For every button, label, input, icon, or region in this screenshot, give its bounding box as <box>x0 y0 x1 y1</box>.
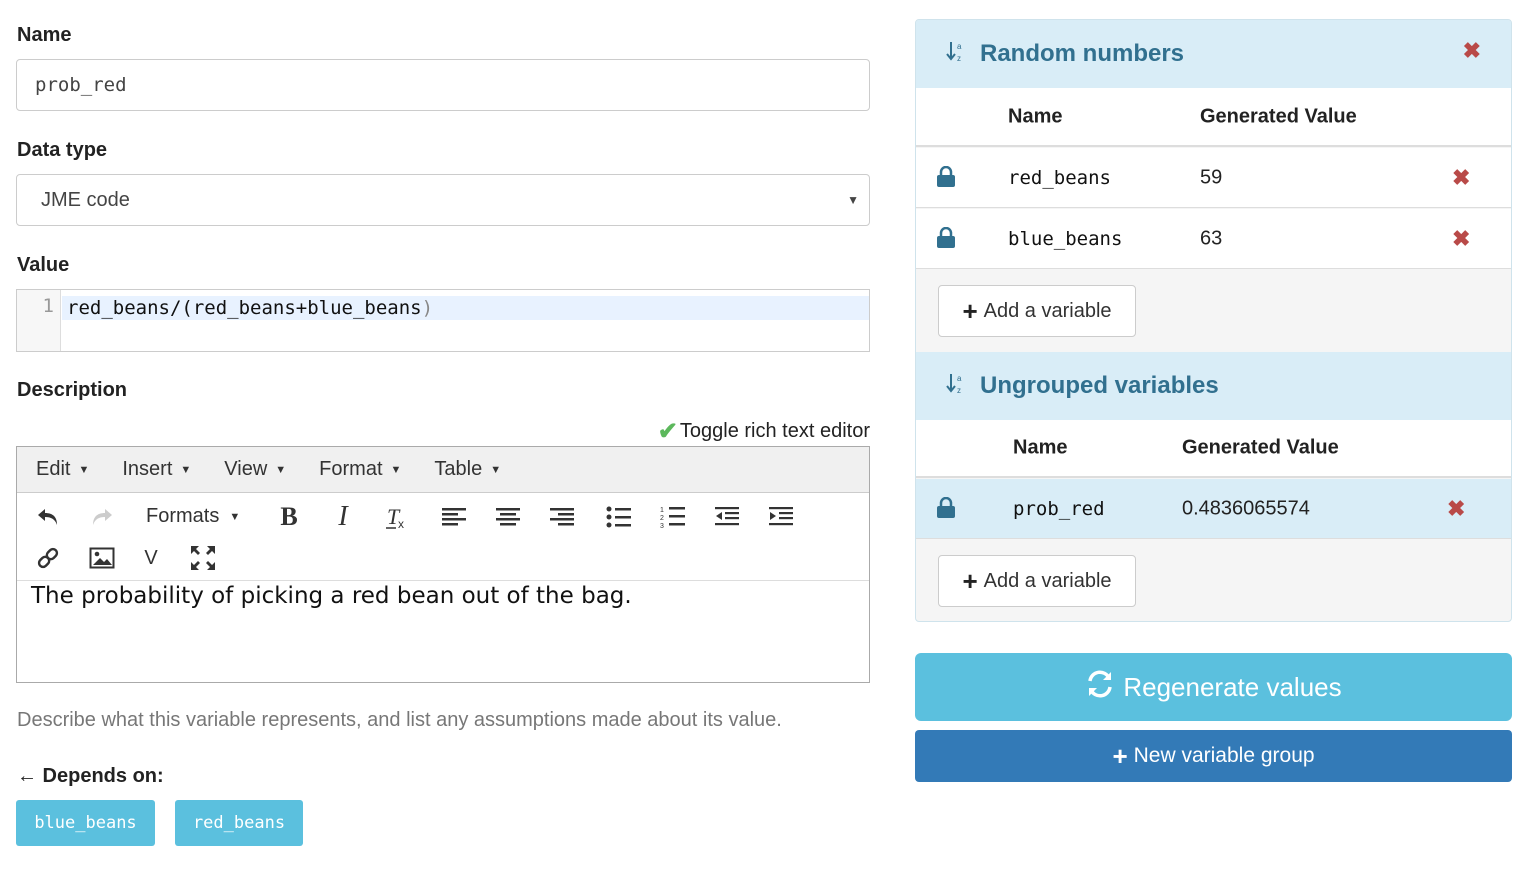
menu-insert[interactable]: Insert ▼ <box>122 458 191 481</box>
delete-variable-icon[interactable]: ✖ <box>1447 496 1465 522</box>
toggle-rich-text-editor[interactable]: ✔ Toggle rich text editor <box>658 417 870 446</box>
menu-view[interactable]: View ▼ <box>224 458 286 481</box>
datatype-select[interactable]: JME code ▼ <box>16 174 870 226</box>
svg-text:a: a <box>957 42 962 51</box>
bullet-list-icon[interactable] <box>603 501 635 533</box>
variable-name: red_beans <box>1008 166 1111 189</box>
table-row[interactable]: blue_beans 63 ✖ <box>916 209 1511 269</box>
col-value-header: Generated Value <box>1200 105 1357 127</box>
table-row-selected[interactable]: prob_red 0.4836065574 ✖ <box>916 479 1511 539</box>
datatype-selected-value: JME code <box>41 188 130 211</box>
caret-down-icon: ▼ <box>229 510 241 523</box>
editor-toolbar: Formats ▼ B I Tx 123 V <box>17 493 869 581</box>
checkmark-icon: ✔ <box>657 418 678 445</box>
svg-text:x: x <box>398 517 404 530</box>
delete-variable-icon[interactable]: ✖ <box>1452 226 1470 252</box>
name-input-value: prob_red <box>35 74 127 96</box>
align-right-icon[interactable] <box>546 501 578 533</box>
rich-text-editor: Edit ▼ Insert ▼ View ▼ Format ▼ Table ▼ Forma… <box>16 446 870 683</box>
svg-text:a: a <box>957 374 962 383</box>
plus-icon: + <box>1112 740 1128 771</box>
caret-down-icon: ▼ <box>275 463 287 476</box>
name-input[interactable]: prob_red <box>16 59 870 111</box>
sort-alpha-icon[interactable]: az <box>946 373 966 400</box>
table-header: Name Generated Value <box>916 88 1511 147</box>
numbered-list-icon[interactable]: 123 <box>657 501 689 533</box>
remove-group-icon[interactable]: ✖ <box>1463 38 1481 64</box>
caret-down-icon: ▼ <box>390 463 402 476</box>
editor-menubar: Edit ▼ Insert ▼ View ▼ Format ▼ Table ▼ <box>17 447 869 493</box>
group-header-ungrouped[interactable]: az Ungrouped variables <box>916 352 1511 420</box>
add-variable-button[interactable]: + Add a variable <box>938 555 1136 607</box>
outdent-icon[interactable] <box>711 501 743 533</box>
fullscreen-icon[interactable] <box>187 542 219 574</box>
editor-content-area[interactable]: The probability of picking a red bean ou… <box>17 583 869 609</box>
editor-content-text: The probability of picking a red bean ou… <box>31 583 632 609</box>
indent-icon[interactable] <box>765 501 797 533</box>
value-code-editor[interactable]: 1 red_beans/(red_beans+blue_beans) <box>16 289 870 352</box>
menu-edit[interactable]: Edit ▼ <box>36 458 89 481</box>
refresh-icon <box>1085 669 1115 706</box>
undo-icon[interactable] <box>32 501 64 533</box>
toggle-rte-label: Toggle rich text editor <box>679 420 870 442</box>
table-row[interactable]: red_beans 59 ✖ <box>916 148 1511 208</box>
align-center-icon[interactable] <box>492 501 524 533</box>
group-header-random-numbers[interactable]: az Random numbers ✖ <box>916 20 1511 88</box>
col-name-header: Name <box>1008 105 1063 127</box>
plus-icon: + <box>962 565 978 596</box>
table-header: Name Generated Value <box>916 420 1511 478</box>
variable-name: blue_beans <box>1008 227 1123 250</box>
svg-text:2: 2 <box>660 515 664 522</box>
variable-value: 0.4836065574 <box>1182 497 1310 519</box>
col-name-header: Name <box>1013 436 1068 459</box>
clear-formatting-icon[interactable]: Tx <box>381 501 413 533</box>
regenerate-values-button[interactable]: Regenerate values <box>915 653 1512 721</box>
code-line[interactable]: red_beans/(red_beans+blue_beans) <box>62 296 869 320</box>
plus-icon: + <box>962 295 978 326</box>
caret-down-icon: ▼ <box>490 463 502 476</box>
dependency-button-red-beans[interactable]: red_beans <box>175 800 303 846</box>
depends-on-label: ← Depends on: <box>17 765 164 787</box>
svg-text:3: 3 <box>660 523 664 529</box>
datatype-label: Data type <box>17 139 108 161</box>
lock-icon[interactable] <box>936 226 956 254</box>
group-title: Random numbers <box>980 40 1185 67</box>
align-left-icon[interactable] <box>438 501 470 533</box>
variable-value: 59 <box>1200 166 1223 188</box>
svg-text:z: z <box>957 386 961 395</box>
code-text: red_beans/(red_beans+blue_beans <box>67 297 422 319</box>
bold-icon[interactable]: B <box>273 501 305 533</box>
dependency-button-blue-beans[interactable]: blue_beans <box>16 800 155 846</box>
col-value-header: Generated Value <box>1182 436 1339 459</box>
svg-text:z: z <box>957 54 961 63</box>
menu-table[interactable]: Table ▼ <box>434 458 501 481</box>
redo-icon[interactable] <box>86 501 118 533</box>
image-icon[interactable] <box>86 542 118 574</box>
code-close-paren: ) <box>421 297 434 319</box>
link-icon[interactable] <box>32 542 64 574</box>
description-help-text: Describe what this variable represents, … <box>17 709 782 731</box>
line-number: 1 <box>17 290 61 351</box>
caret-down-icon: ▼ <box>180 463 192 476</box>
value-label: Value <box>17 254 70 276</box>
insert-variable-button[interactable]: V <box>135 542 167 574</box>
sort-alpha-icon[interactable]: az <box>946 41 966 68</box>
delete-variable-icon[interactable]: ✖ <box>1452 165 1470 191</box>
menu-format[interactable]: Format ▼ <box>319 458 401 481</box>
add-variable-button[interactable]: + Add a variable <box>938 285 1136 337</box>
svg-text:1: 1 <box>660 507 664 514</box>
variable-value: 63 <box>1200 227 1223 249</box>
group-title: Ungrouped variables <box>980 372 1219 399</box>
lock-icon[interactable] <box>936 496 956 524</box>
variable-name: prob_red <box>1013 497 1105 520</box>
formats-dropdown[interactable]: Formats ▼ <box>146 505 240 528</box>
italic-icon[interactable]: I <box>327 501 359 533</box>
dropdown-arrow-icon: ▼ <box>847 193 859 207</box>
lock-icon[interactable] <box>936 165 956 193</box>
caret-down-icon: ▼ <box>78 463 90 476</box>
new-variable-group-button[interactable]: + New variable group <box>915 730 1512 782</box>
name-label: Name <box>17 24 72 46</box>
variable-groups-panel: az Random numbers ✖ Name Generated Value… <box>915 19 1512 622</box>
description-label: Description <box>17 379 128 401</box>
